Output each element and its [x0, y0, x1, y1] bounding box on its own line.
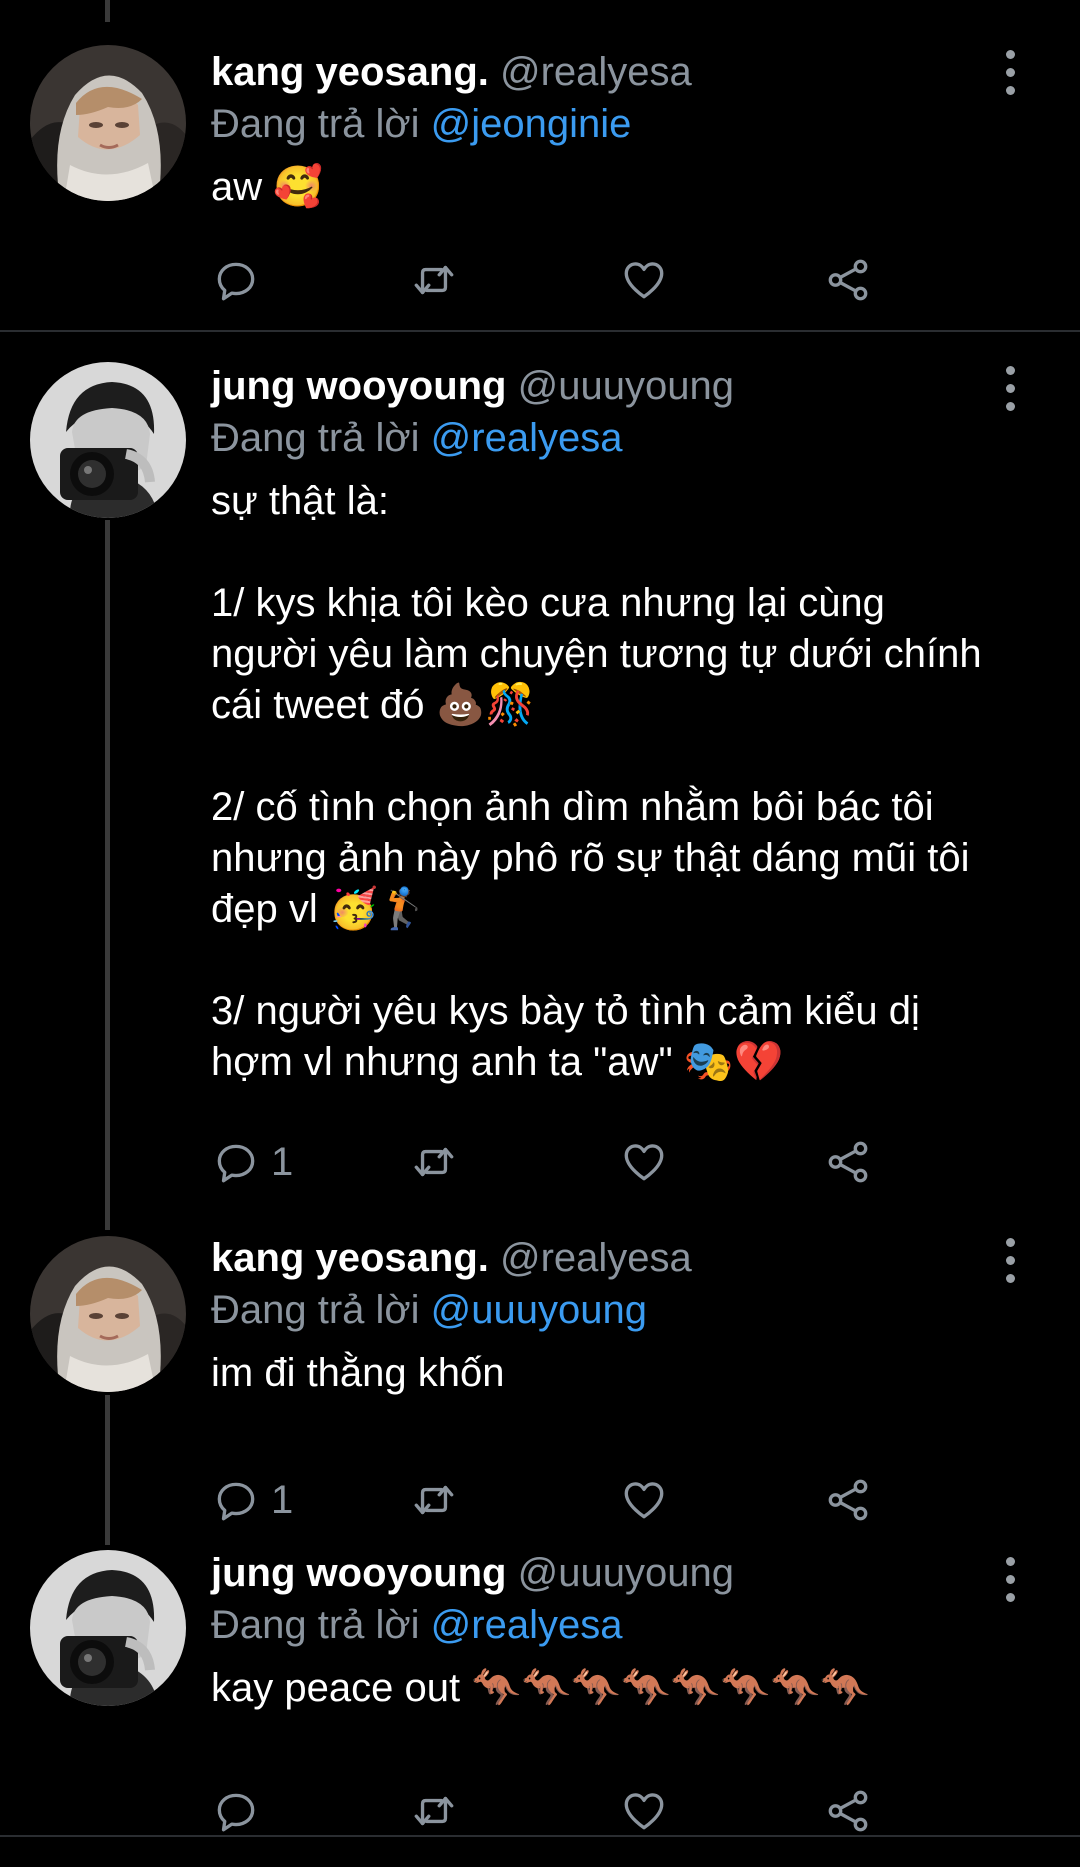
author-handle: @uuuyoung — [517, 364, 734, 408]
avatar-image — [30, 45, 186, 201]
more-options-button[interactable] — [1002, 50, 1018, 96]
comment-bubble-icon — [211, 255, 261, 305]
replying-to-label: Đang trả lời — [211, 102, 420, 146]
like-button[interactable] — [619, 1134, 669, 1190]
replying-to-label: Đang trả lời — [211, 416, 420, 460]
author-name[interactable]: kang yeosang. — [211, 50, 489, 94]
comment-bubble-icon — [211, 1137, 261, 1187]
retweet-button[interactable] — [409, 1134, 459, 1190]
share-icon — [823, 255, 873, 305]
reply-button[interactable]: 1 — [211, 1134, 293, 1190]
avatar[interactable] — [30, 362, 186, 518]
tweet[interactable]: kang yeosang. @realyesa Đang trả lời @uu… — [0, 1230, 1080, 1545]
author-handle: @realyesa — [500, 1236, 692, 1280]
like-button[interactable] — [619, 1472, 669, 1528]
retweet-icon — [409, 1137, 459, 1187]
tweet[interactable]: jung wooyoung @uuuyoung Đang trả lời @re… — [0, 332, 1080, 1230]
share-icon — [823, 1786, 873, 1836]
avatar[interactable] — [30, 1550, 186, 1706]
tweet-thread: kang yeosang. @realyesa Đang trả lời @je… — [0, 0, 1080, 1867]
vertical-dots-icon — [1006, 50, 1015, 59]
reply-button[interactable]: 1 — [211, 1472, 293, 1528]
tweet-text: sự thật là: 1/ kys khịa tôi kèo cưa nhưn… — [211, 479, 982, 1084]
share-icon — [823, 1475, 873, 1525]
reply-count: 1 — [271, 1478, 294, 1522]
tweet-text: aw 🥰 — [211, 165, 324, 209]
heart-icon — [619, 255, 669, 305]
share-button[interactable] — [823, 1134, 873, 1190]
retweet-button[interactable] — [409, 1472, 459, 1528]
author-handle: @uuuyoung — [517, 1551, 734, 1595]
more-options-button[interactable] — [1002, 366, 1018, 412]
reply-mention-link[interactable]: @realyesa — [431, 416, 623, 460]
like-button[interactable] — [619, 252, 669, 308]
avatar-image — [30, 362, 186, 518]
avatar[interactable] — [30, 45, 186, 201]
replying-to-label: Đang trả lời — [211, 1603, 420, 1647]
like-button[interactable] — [619, 1783, 669, 1839]
share-icon — [823, 1137, 873, 1187]
vertical-dots-icon — [1006, 1238, 1015, 1247]
retweet-icon — [409, 1475, 459, 1525]
author-name[interactable]: jung wooyoung — [211, 1551, 507, 1595]
share-button[interactable] — [823, 1783, 873, 1839]
avatar-image — [30, 1550, 186, 1706]
vertical-dots-icon — [1006, 1557, 1015, 1566]
tweet-text: kay peace out 🦘🦘🦘🦘🦘🦘🦘🦘 — [211, 1666, 870, 1710]
retweet-icon — [409, 1786, 459, 1836]
author-name[interactable]: jung wooyoung — [211, 364, 507, 408]
tweet[interactable]: jung wooyoung @uuuyoung Đang trả lời @re… — [0, 1545, 1080, 1835]
author-handle: @realyesa — [500, 50, 692, 94]
tweet[interactable]: kang yeosang. @realyesa Đang trả lời @je… — [0, 0, 1080, 330]
tweet-divider — [0, 1835, 1080, 1837]
share-button[interactable] — [823, 252, 873, 308]
avatar-image — [30, 1236, 186, 1392]
avatar[interactable] — [30, 1236, 186, 1392]
reply-button[interactable] — [211, 252, 271, 308]
reply-mention-link[interactable]: @realyesa — [431, 1603, 623, 1647]
retweet-icon — [409, 255, 459, 305]
comment-bubble-icon — [211, 1786, 261, 1836]
comment-bubble-icon — [211, 1475, 261, 1525]
more-options-button[interactable] — [1002, 1238, 1018, 1284]
replying-to-label: Đang trả lời — [211, 1288, 420, 1332]
author-name[interactable]: kang yeosang. — [211, 1236, 489, 1280]
share-button[interactable] — [823, 1472, 873, 1528]
reply-button[interactable] — [211, 1783, 271, 1839]
reply-count: 1 — [271, 1140, 294, 1184]
tweet-text: im đi thằng khốn — [211, 1351, 505, 1395]
heart-icon — [619, 1475, 669, 1525]
retweet-button[interactable] — [409, 1783, 459, 1839]
reply-mention-link[interactable]: @uuuyoung — [431, 1288, 647, 1332]
heart-icon — [619, 1786, 669, 1836]
more-options-button[interactable] — [1002, 1557, 1018, 1603]
reply-mention-link[interactable]: @jeonginie — [431, 102, 632, 146]
retweet-button[interactable] — [409, 252, 459, 308]
vertical-dots-icon — [1006, 366, 1015, 375]
heart-icon — [619, 1137, 669, 1187]
